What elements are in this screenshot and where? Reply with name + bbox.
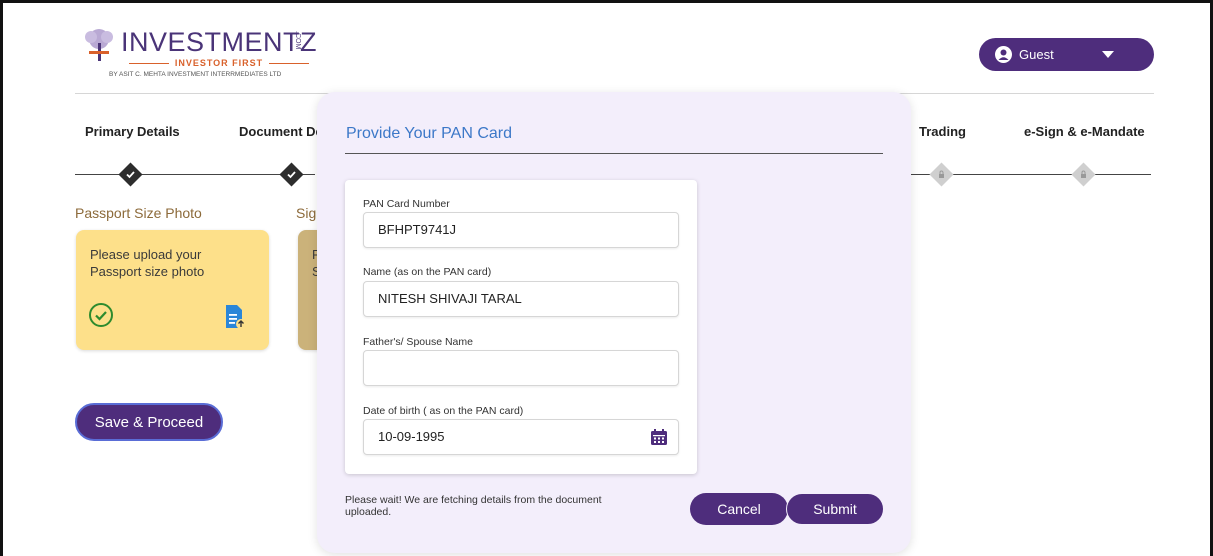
pan-card-modal: Provide Your PAN Card PAN Card Number BF… — [317, 92, 911, 553]
submit-button[interactable]: Submit — [786, 493, 884, 525]
cancel-button[interactable]: Cancel — [690, 493, 788, 525]
dob-input[interactable]: 10-09-1995 — [363, 419, 679, 455]
modal-title: Provide Your PAN Card — [346, 125, 513, 142]
step-complete-marker — [279, 162, 304, 187]
logo-wordmark: INVESTMENTZ — [121, 27, 318, 57]
logo-com: .COM — [294, 31, 301, 50]
tree-logo-icon — [85, 29, 113, 61]
fetching-status-text: Please wait! We are fetching details fro… — [345, 494, 602, 518]
pan-number-label: PAN Card Number — [363, 198, 450, 210]
step-locked-marker — [1071, 162, 1096, 187]
father-spouse-name-input[interactable] — [363, 350, 679, 386]
lock-icon — [939, 170, 944, 178]
step-esign-emandate[interactable]: e-Sign & e-Mandate — [1024, 124, 1145, 139]
user-menu-button[interactable]: Guest — [979, 38, 1154, 71]
pan-name-label: Name (as on the PAN card) — [363, 266, 492, 278]
father-spouse-name-label: Father's/ Spouse Name — [363, 336, 473, 348]
check-circle-icon — [89, 303, 113, 327]
logo-subtitle: BY ASIT C. MEHTA INVESTMENT INTERRMEDIAT… — [109, 71, 282, 78]
step-locked-marker — [929, 162, 954, 187]
passport-photo-heading: Passport Size Photo — [75, 205, 202, 221]
pan-details-form: PAN Card Number BFHPT9741J Name (as on t… — [345, 180, 697, 474]
file-upload-icon[interactable] — [224, 304, 246, 330]
signature-heading: Sig — [296, 205, 317, 221]
pan-name-input[interactable]: NITESH SHIVAJI TARAL — [363, 281, 679, 317]
lock-icon — [1081, 170, 1086, 178]
user-icon — [995, 46, 1012, 63]
dob-label: Date of birth ( as on the PAN card) — [363, 405, 524, 417]
pan-number-input[interactable]: BFHPT9741J — [363, 212, 679, 248]
step-complete-marker — [118, 162, 143, 187]
check-icon — [287, 171, 296, 179]
chevron-down-icon — [1102, 51, 1114, 58]
step-trading[interactable]: Trading — [919, 124, 966, 139]
save-and-proceed-button[interactable]: Save & Proceed — [75, 403, 223, 441]
modal-divider — [345, 153, 883, 154]
calendar-icon[interactable] — [650, 428, 668, 446]
passport-upload-card[interactable]: Please upload your Passport size photo — [76, 230, 269, 350]
logo-tagline: INVESTOR FIRST — [129, 58, 309, 68]
company-logo[interactable]: INVESTMENTZ .COM INVESTOR FIRST BY ASIT … — [79, 25, 319, 81]
dob-value: 10-09-1995 — [378, 429, 445, 444]
step-primary-details[interactable]: Primary Details — [85, 124, 180, 139]
step-document-details[interactable]: Document De — [239, 124, 323, 139]
user-menu-label: Guest — [1019, 47, 1054, 62]
app-frame: INVESTMENTZ .COM INVESTOR FIRST BY ASIT … — [0, 0, 1213, 556]
passport-upload-text: Please upload your Passport size photo — [90, 247, 205, 279]
check-icon — [126, 171, 135, 179]
